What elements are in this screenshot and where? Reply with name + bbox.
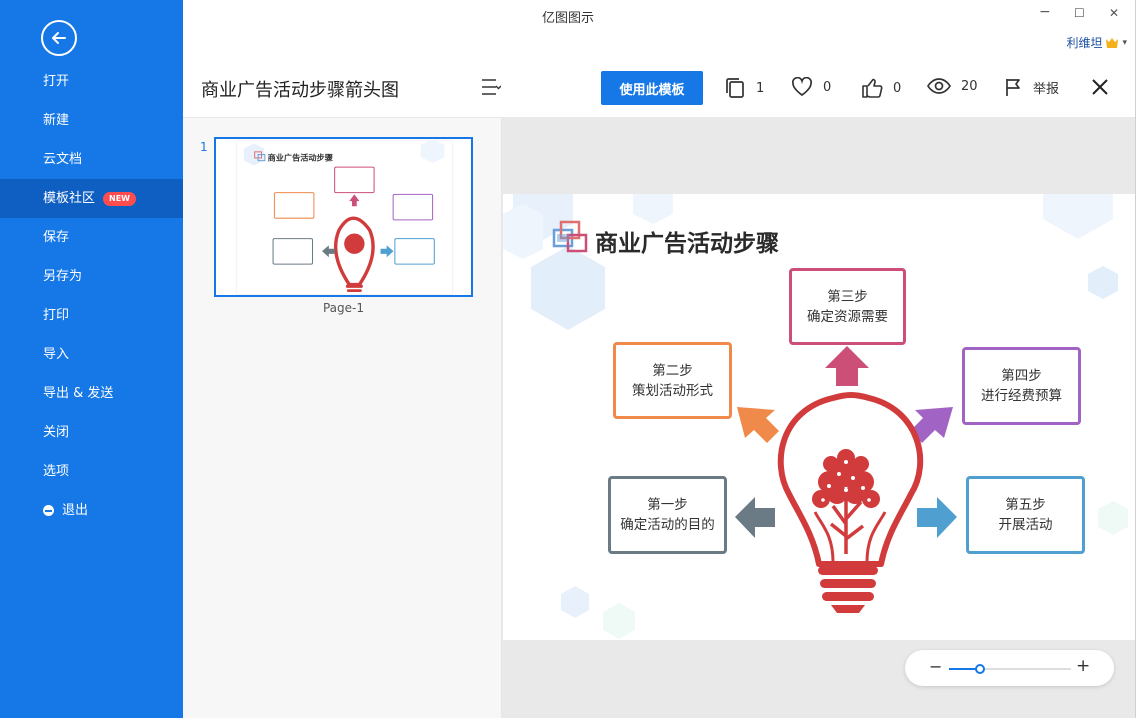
- menu-item-label: 打开: [43, 74, 70, 89]
- menu-item-label: 另存为: [43, 269, 83, 284]
- user-name: 利维坦: [1066, 36, 1103, 50]
- copy-count-value: 1: [756, 80, 765, 96]
- minimize-button[interactable]: −: [1039, 4, 1051, 20]
- arrow-up-icon: [825, 346, 869, 386]
- file-menu: 打开 新建 云文档 模板社区 NEW 保存 另存为 打印 导入 导出 & 发送 关…: [0, 62, 183, 530]
- canvas-area: 商业广告活动步骤 第三步 确定资源需要 第二步 策划活动形式 第四步 进行经费预…: [502, 118, 1135, 718]
- menu-item-new[interactable]: 新建: [0, 101, 183, 140]
- menu-item-print[interactable]: 打印: [0, 296, 183, 335]
- menu-item-save-as[interactable]: 另存为: [0, 257, 183, 296]
- zoom-slider[interactable]: [949, 664, 1071, 674]
- step-2-title: 第二步: [652, 362, 693, 379]
- report-button[interactable]: 举报: [1005, 77, 1059, 97]
- zoom-slider-handle[interactable]: [975, 664, 985, 674]
- like-count-value: 0: [893, 80, 902, 96]
- menu-item-template-community[interactable]: 模板社区 NEW: [0, 179, 183, 218]
- step-2-box[interactable]: 第二步 策划活动形式: [613, 342, 732, 419]
- page-list-panel: 1 商业广告活动步骤 Page-1: [183, 118, 502, 718]
- menu-item-label: 退出: [62, 503, 89, 518]
- menu-item-label: 选项: [43, 464, 70, 479]
- list-menu-icon[interactable]: [481, 78, 501, 96]
- step-3-box[interactable]: 第三步 确定资源需要: [789, 268, 906, 345]
- user-menu[interactable]: 利维坦 ▾: [1066, 34, 1127, 51]
- menu-item-export-send[interactable]: 导出 & 发送: [0, 374, 183, 413]
- menu-item-label: 导入: [43, 347, 70, 362]
- like-count[interactable]: 0: [861, 77, 901, 99]
- step-3-title: 第三步: [827, 288, 868, 305]
- copy-count[interactable]: 1: [724, 77, 764, 99]
- favorite-count[interactable]: 0: [791, 77, 831, 97]
- template-toolbar: 商业广告活动步骤箭头图 使用此模板 1 0 0 20 举报: [183, 58, 1135, 118]
- diagram-sheet: 商业广告活动步骤 第三步 确定资源需要 第二步 策划活动形式 第四步 进行经费预…: [503, 194, 1135, 640]
- menu-item-label: 关闭: [43, 425, 70, 440]
- step-1-text: 确定活动的目的: [620, 517, 715, 533]
- menu-item-label: 新建: [43, 113, 70, 128]
- copy-icon: [726, 78, 744, 98]
- menu-item-save[interactable]: 保存: [0, 218, 183, 257]
- back-button[interactable]: [41, 20, 77, 56]
- menu-item-label: 导出 & 发送: [43, 386, 114, 401]
- template-title: 商业广告活动步骤箭头图: [201, 80, 399, 101]
- chevron-down-icon: ▾: [1122, 37, 1127, 48]
- zoom-control: − +: [905, 650, 1114, 686]
- view-count-value: 20: [961, 78, 978, 94]
- eye-icon: [927, 78, 951, 94]
- step-5-box[interactable]: 第五步 开展活动: [966, 476, 1085, 554]
- menu-item-label: 云文档: [43, 152, 83, 167]
- menu-item-exit[interactable]: 退出: [0, 491, 183, 530]
- svg-text:商业广告活动步骤: 商业广告活动步骤: [268, 152, 334, 162]
- vip-crown-icon: [1106, 37, 1119, 48]
- step-4-box[interactable]: 第四步 进行经费预算: [962, 347, 1081, 425]
- menu-item-cloud-docs[interactable]: 云文档: [0, 140, 183, 179]
- menu-item-close[interactable]: 关闭: [0, 413, 183, 452]
- step-1-title: 第一步: [647, 497, 688, 513]
- flag-icon: [1006, 79, 1020, 96]
- menu-item-options[interactable]: 选项: [0, 452, 183, 491]
- zoom-in-button[interactable]: +: [1076, 656, 1090, 676]
- close-window-button[interactable]: ✕: [1109, 6, 1119, 20]
- exit-icon: [43, 505, 54, 516]
- title-bar: 亿图图示 − ☐ ✕ 利维坦 ▾: [183, 0, 1135, 58]
- menu-item-open[interactable]: 打开: [0, 62, 183, 101]
- page-label: Page-1: [322, 301, 364, 315]
- step-2-text: 策划活动形式: [632, 382, 713, 399]
- menu-item-label: 模板社区: [43, 191, 96, 206]
- favorite-count-value: 0: [823, 79, 832, 95]
- page-number: 1: [200, 140, 208, 154]
- new-badge: NEW: [103, 191, 136, 206]
- menu-item-label: 打印: [43, 308, 70, 323]
- thumbnail-diagram: 商业广告活动步骤: [243, 139, 445, 293]
- step-5-title: 第五步: [1005, 497, 1046, 513]
- step-3-text: 确定资源需要: [807, 308, 888, 325]
- close-icon[interactable]: [1091, 78, 1109, 96]
- step-4-title: 第四步: [1001, 368, 1042, 384]
- arrow-up-left-icon: [737, 407, 779, 443]
- menu-item-label: 保存: [43, 230, 70, 245]
- heart-icon: [791, 77, 813, 97]
- arrow-left-icon: [735, 497, 775, 538]
- page-thumbnail[interactable]: 商业广告活动步骤: [214, 137, 473, 297]
- report-label: 举报: [1033, 81, 1060, 97]
- zoom-out-button[interactable]: −: [929, 657, 942, 676]
- menu-item-import[interactable]: 导入: [0, 335, 183, 374]
- arrow-right-icon: [917, 497, 957, 538]
- use-template-button[interactable]: 使用此模板: [601, 71, 703, 105]
- app-title: 亿图图示: [541, 11, 594, 26]
- step-5-text: 开展活动: [998, 517, 1053, 533]
- step-4-text: 进行经费预算: [981, 388, 1062, 404]
- thumbs-up-icon: [862, 78, 883, 98]
- maximize-button[interactable]: ☐: [1074, 6, 1085, 20]
- view-count: 20: [927, 77, 978, 95]
- sidebar: 打开 新建 云文档 模板社区 NEW 保存 另存为 打印 导入 导出 & 发送 关…: [0, 0, 183, 718]
- step-1-box[interactable]: 第一步 确定活动的目的: [608, 476, 727, 554]
- arrow-left-icon: [52, 32, 66, 44]
- thumbnail-preview: 商业广告活动步骤: [237, 139, 452, 294]
